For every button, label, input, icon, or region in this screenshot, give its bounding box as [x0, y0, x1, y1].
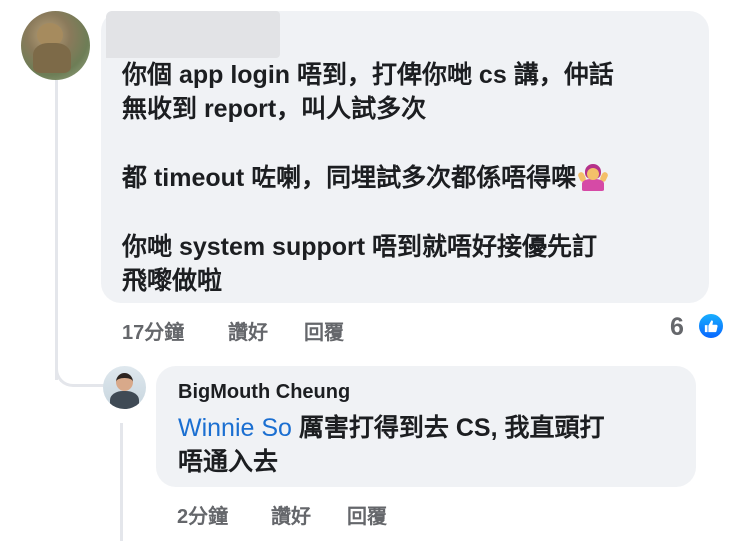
reply-like-button[interactable]: 讚好: [271, 500, 311, 529]
reply-timestamp[interactable]: 2分鐘: [177, 500, 228, 529]
comment-paragraph: 你哋 system support 唔到就唔好接優先訂 飛嚟做啦: [122, 233, 598, 295]
comment-text: 你個 app login 唔到，打俾你哋 cs 講，仲話 無收到 report，…: [122, 58, 697, 298]
redacted-author-name: [106, 11, 280, 58]
reply-thread-line: [120, 423, 123, 541]
comment-paragraph-with-emoji: 都 timeout 咗喇，同埋試多次都係唔得㗎: [122, 161, 697, 195]
reply-author-name[interactable]: BigMouth Cheung: [178, 381, 350, 404]
avatar-figure-body: [110, 391, 139, 409]
like-button[interactable]: 讚好: [228, 316, 268, 345]
commenter-avatar[interactable]: [21, 11, 90, 80]
reply-author-avatar[interactable]: [103, 366, 146, 409]
avatar-figure-head: [116, 373, 133, 391]
thumbs-up-icon: [704, 320, 718, 333]
avatar-figure-body: [33, 43, 71, 73]
reply-reply-button[interactable]: 回覆: [347, 500, 387, 529]
reaction-count[interactable]: 6: [670, 313, 684, 342]
like-reaction-icon[interactable]: [697, 312, 725, 340]
comment-timestamp[interactable]: 17分鐘: [122, 316, 184, 345]
reply-button[interactable]: 回覆: [304, 316, 344, 345]
comment-paragraph: 都 timeout 咗喇，同埋試多次都係唔得㗎: [122, 164, 577, 192]
thread-line: [55, 80, 58, 380]
comment-paragraph: 你個 app login 唔到，打俾你哋 cs 講，仲話 無收到 report，…: [122, 61, 614, 123]
person-shrugging-icon: [577, 163, 610, 191]
reply-text: Winnie So 厲害打得到去 CS, 我直頭打 唔通入去: [178, 411, 688, 479]
mention-link[interactable]: Winnie So: [178, 414, 292, 442]
thread-connector: [55, 345, 107, 387]
